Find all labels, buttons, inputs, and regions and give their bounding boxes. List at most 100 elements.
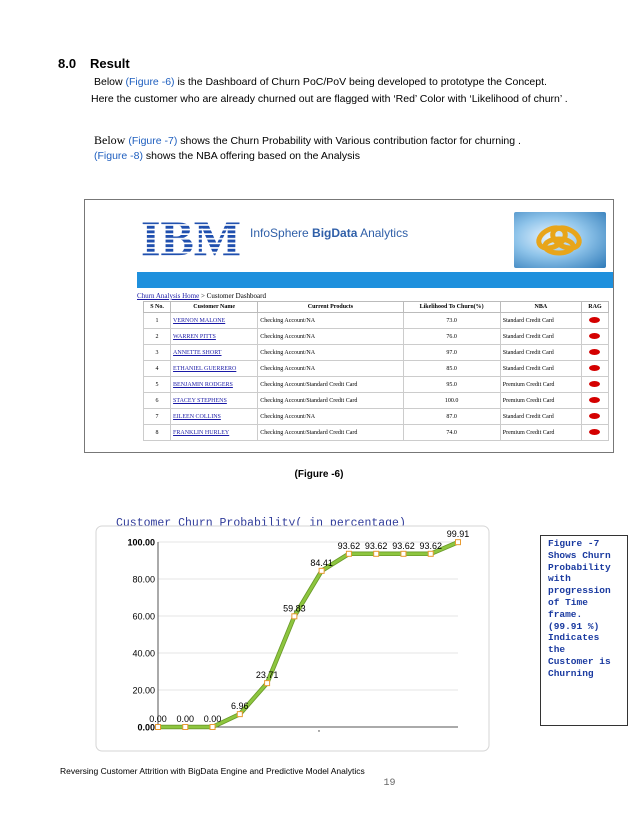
customer-table: S No. Customer Name Current Products Lik… [142, 301, 610, 441]
figure6-caption: (Figure -6) [294, 469, 344, 480]
rag-red-indicator [589, 364, 601, 371]
row-sno: 7 [142, 408, 172, 425]
table-row: 4 ETHANIEL GUERRERO Checking Account/NA 85.… [142, 360, 610, 377]
customer-name-link[interactable]: ETHANIEL GUERRERO [170, 360, 259, 377]
data-point [182, 724, 189, 730]
row-nba: Standard Credit Card [499, 328, 582, 345]
customer-name-link[interactable]: WARREN PITTS [170, 328, 259, 345]
customer-name-link[interactable]: STACEY STEPHENS [170, 392, 259, 409]
ibm-logo: IBM [137, 210, 245, 266]
row-products: Checking Account/NA [257, 408, 404, 425]
row-sno: 8 [142, 424, 172, 441]
row-products: Checking Account/Standard Credit Card [257, 376, 404, 393]
data-point [236, 711, 243, 718]
row-products: Checking Account/Standard Credit Card [257, 424, 404, 441]
customer-name-link[interactable]: BENJAMIN RODGERS [170, 376, 259, 393]
row-rag [580, 360, 610, 377]
breadcrumb-current: > Customer Dashboard [199, 292, 266, 300]
data-label: 0.00 [177, 714, 195, 724]
y-tick-label: 80.00 [132, 575, 155, 585]
table-header-row: S No. Customer Name Current Products Lik… [142, 301, 610, 313]
table-row: 1 VERNON MALONE Checking Account/NA 73.0 Sta… [142, 312, 610, 329]
table-row: 3 ANNETTE SHORT Checking Account/NA 97.0 Sta… [142, 344, 610, 361]
row-likelihood: 85.0 [402, 360, 501, 377]
data-label: 0.00 [149, 714, 167, 724]
data-label: 59.83 [283, 603, 306, 613]
row-likelihood: 95.0 [402, 376, 501, 393]
data-point [427, 550, 434, 557]
row-sno: 5 [142, 376, 172, 393]
brand-post: Analytics [357, 226, 409, 240]
dashboard-screenshot: IBM InfoSphere BigData Analytics Churn A… [84, 199, 614, 453]
row-nba: Premium Credit Card [499, 376, 582, 393]
y-tick-label: 60.00 [132, 612, 155, 622]
data-point [455, 539, 461, 546]
data-label: 23.71 [256, 670, 279, 680]
rag-red-indicator [589, 348, 601, 355]
table-row: 2 WARREN PITTS Checking Account/NA 76.0 Stan… [142, 328, 610, 345]
p1-post: is the Dashboard of Churn PoC/PoV being … [174, 76, 547, 88]
row-nba: Standard Credit Card [499, 408, 582, 425]
y-tick-label: 100.00 [127, 538, 155, 548]
customer-name-link[interactable]: EILEEN COLLINS [170, 408, 259, 425]
data-point [209, 724, 216, 730]
col-nba: NBA [499, 301, 582, 313]
rag-red-indicator [589, 412, 601, 419]
rag-red-indicator [589, 380, 601, 387]
row-sno: 4 [142, 360, 172, 377]
customer-name-link[interactable]: FRANKLIN HURLEY [170, 424, 259, 441]
col-rag: RAG [580, 301, 610, 313]
y-tick-label: 40.00 [132, 649, 155, 659]
row-likelihood: 97.0 [402, 344, 501, 361]
churn-probability-chart: 0.0020.0040.0060.0080.00100.000.00 0.00 0.… [95, 525, 490, 752]
row-rag [580, 408, 610, 425]
data-point [264, 680, 271, 687]
rag-red-indicator [589, 396, 601, 403]
data-label: 93.62 [392, 541, 415, 551]
axis-dot [318, 730, 320, 732]
col-likelihood: Likelihood To Churn(%) [402, 301, 501, 313]
rag-red-indicator [589, 428, 601, 435]
page-number: 19 [383, 778, 396, 789]
data-point [400, 550, 407, 557]
row-likelihood: 74.0 [402, 424, 501, 441]
rag-red-indicator [589, 332, 601, 339]
section-number: 8.0 [58, 56, 77, 71]
row-sno: 1 [142, 312, 172, 329]
data-label: 99.91 [447, 529, 470, 539]
data-label: 0.00 [204, 714, 222, 724]
table-row: 8 FRANKLIN HURLEY Checking Account/Standar… [142, 424, 610, 441]
customer-name-link[interactable]: VERNON MALONE [170, 312, 259, 329]
section-title: Result [90, 56, 130, 71]
p3-post: shows the Churn Probability with Various… [177, 135, 521, 147]
customer-name-link[interactable]: ANNETTE SHORT [170, 344, 259, 361]
row-nba: Standard Credit Card [499, 312, 582, 329]
row-rag [580, 424, 610, 441]
row-sno: 6 [142, 392, 172, 409]
data-point [373, 550, 380, 557]
data-label: 84.41 [310, 558, 333, 568]
row-nba: Premium Credit Card [499, 424, 582, 441]
rag-red-indicator [589, 316, 601, 323]
data-point [318, 567, 325, 574]
data-label: 93.62 [338, 541, 361, 551]
figure6-ref: (Figure -6) [125, 76, 175, 88]
col-customer-name: Customer Name [170, 301, 259, 313]
breadcrumb-home-link[interactable]: Churn Analysis Home [137, 292, 199, 300]
table-row: 5 BENJAMIN RODGERS Checking Account/Standa… [142, 376, 610, 393]
data-label: 93.62 [365, 541, 388, 551]
p3-pre: Below [94, 133, 129, 147]
row-products: Checking Account/NA [257, 344, 404, 361]
row-sno: 3 [142, 344, 172, 361]
paragraph-figure8-intro: (Figure -8) shows the NBA offering based… [94, 150, 360, 162]
row-likelihood: 100.0 [402, 392, 501, 409]
row-products: Checking Account/Standard Credit Card [257, 392, 404, 409]
p1-pre: Below [94, 76, 126, 88]
brand-bold: BigData [312, 226, 358, 240]
data-point [291, 613, 298, 620]
y-tick-label: 0.00 [137, 723, 155, 733]
row-rag [580, 312, 610, 329]
p4-post: shows the NBA offering based on the Anal… [143, 150, 360, 162]
figure7-note: Figure -7 Shows Churn Probability with p… [540, 535, 628, 726]
svg-text:IBM: IBM [141, 212, 241, 258]
